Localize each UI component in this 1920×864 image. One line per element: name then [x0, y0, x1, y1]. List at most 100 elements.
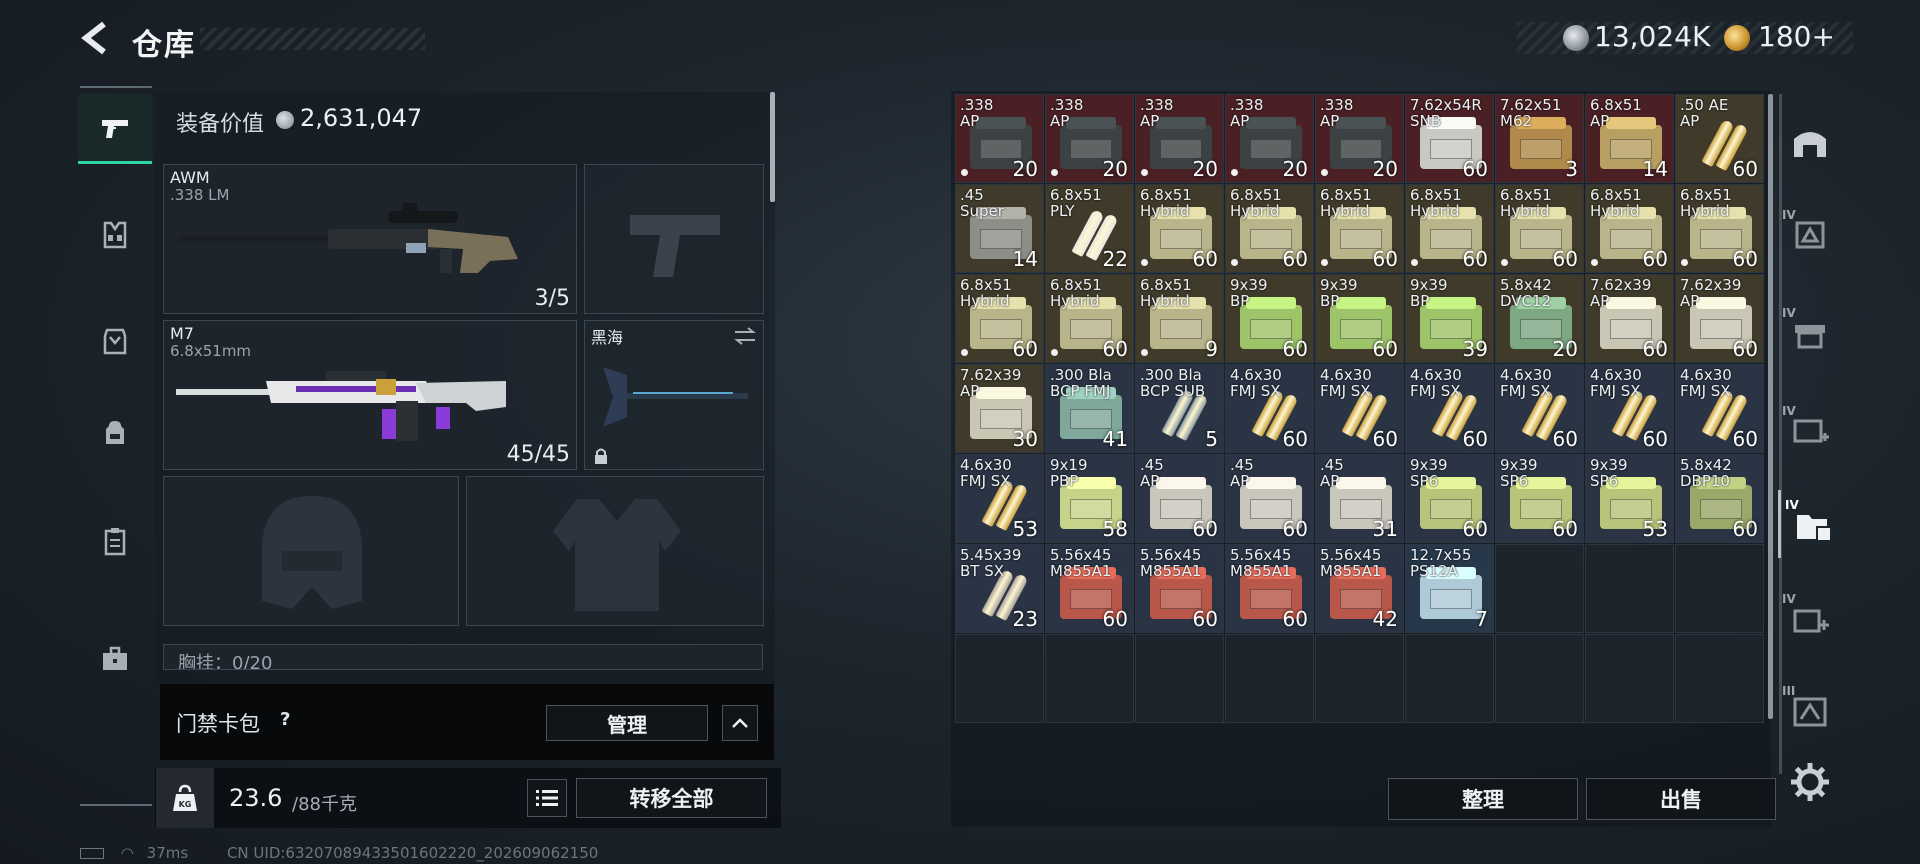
ammo-item[interactable]: 9x39 SP6 60: [1495, 454, 1584, 543]
ammo-item[interactable]: .300 Bla BCP SUB 5: [1135, 364, 1224, 453]
back-arrow-icon[interactable]: [78, 18, 114, 58]
ammo-quantity: 60: [1732, 337, 1758, 361]
ammo-item[interactable]: .50 AE AP 60: [1675, 94, 1764, 183]
loadout-scrollbar[interactable]: [770, 92, 775, 202]
ammo-item[interactable]: 4.6x30 FMJ SX 60: [1405, 364, 1494, 453]
ammo-item[interactable]: .338 AP 20: [1315, 94, 1404, 183]
storage-tab-blueprint[interactable]: IV: [1778, 200, 1842, 268]
ammo-item[interactable]: 6.8x51 Hybrid 60: [1405, 184, 1494, 273]
ammo-item[interactable]: 4.6x30 FMJ SX 60: [1675, 364, 1764, 453]
ammo-item[interactable]: 6.8x51 Hybrid 60: [1225, 184, 1314, 273]
ammo-item[interactable]: 5.56x45 M855A1 60: [1045, 544, 1134, 633]
nav-tab-tasks[interactable]: [78, 506, 152, 576]
stash-scrollbar[interactable]: [1768, 94, 1773, 719]
storage-tab-medical-crate[interactable]: IV: [1778, 396, 1842, 464]
sell-button[interactable]: 出售: [1586, 778, 1776, 820]
ammo-item[interactable]: 6.8x51 Hybrid 60: [1045, 274, 1134, 363]
ammo-item[interactable]: 5.8x42 DBP10 60: [1675, 454, 1764, 543]
ammo-item[interactable]: 5.45x39 BT SX 23: [955, 544, 1044, 633]
ammo-item[interactable]: 9x39 SP6 53: [1585, 454, 1674, 543]
marker-dot-icon: [1501, 259, 1508, 266]
ammo-item[interactable]: .45 AP 60: [1135, 454, 1224, 543]
ammo-item[interactable]: .338 AP 20: [1135, 94, 1224, 183]
helmet-slot-empty[interactable]: [163, 476, 459, 626]
ammo-item[interactable]: .338 AP 20: [955, 94, 1044, 183]
empty-stash-cell[interactable]: [1135, 634, 1224, 723]
ammo-item[interactable]: 6.8x51 Hybrid 9: [1135, 274, 1224, 363]
storage-tab-bunker[interactable]: [1778, 108, 1842, 176]
storage-tab-crate[interactable]: III: [1778, 676, 1842, 744]
secondary-weapon-slot[interactable]: M7 6.8x51mm 45/45: [163, 320, 577, 470]
ammo-item[interactable]: 4.6x30 FMJ SX 60: [1585, 364, 1674, 453]
ammo-item[interactable]: 7.62x39 AP 30: [955, 364, 1044, 453]
ammo-item[interactable]: 4.6x30 FMJ SX 60: [1315, 364, 1404, 453]
empty-stash-cell[interactable]: [1045, 634, 1134, 723]
ammo-item[interactable]: 6.8x51 Hybrid 60: [1585, 184, 1674, 273]
ammo-item[interactable]: 6.8x51 Hybrid 60: [1135, 184, 1224, 273]
armor-slot-empty[interactable]: [466, 476, 764, 626]
ammo-item[interactable]: 5.56x45 M855A1 42: [1315, 544, 1404, 633]
sort-button[interactable]: 整理: [1388, 778, 1578, 820]
nav-tab-weapons[interactable]: [78, 94, 152, 164]
storage-tab-storage-folder[interactable]: IV: [1778, 490, 1842, 558]
ammo-item[interactable]: 7.62x39 AP 60: [1675, 274, 1764, 363]
help-icon[interactable]: ?: [280, 709, 290, 730]
empty-stash-cell[interactable]: [1315, 634, 1404, 723]
nav-tab-cases[interactable]: [78, 624, 152, 694]
ammo-count: 45/45: [506, 442, 570, 467]
nav-tab-vests[interactable]: [78, 200, 152, 270]
ammo-item[interactable]: 5.8x42 DVC12 20: [1495, 274, 1584, 363]
empty-stash-cell[interactable]: [1585, 544, 1674, 633]
empty-stash-cell[interactable]: [1495, 634, 1584, 723]
melee-slot[interactable]: 黑海: [584, 320, 764, 470]
storage-tab-med-kit[interactable]: IV: [1778, 584, 1842, 652]
ammo-item[interactable]: 6.8x51 Hybrid 60: [1675, 184, 1764, 273]
ammo-item[interactable]: 4.6x30 FMJ SX 60: [1495, 364, 1584, 453]
ammo-item[interactable]: 5.56x45 M855A1 60: [1135, 544, 1224, 633]
ammo-item[interactable]: 12.7x55 PS12A 7: [1405, 544, 1494, 633]
ammo-item[interactable]: 6.8x51 PLY 22: [1045, 184, 1134, 273]
sidearm-slot-empty[interactable]: [584, 164, 764, 314]
expand-toggle-button[interactable]: [722, 705, 758, 741]
primary-weapon-slot[interactable]: AWM .338 LM 3/5: [163, 164, 577, 314]
empty-stash-cell[interactable]: [1585, 634, 1674, 723]
empty-stash-cell[interactable]: [1225, 634, 1314, 723]
ammo-item[interactable]: 4.6x30 FMJ SX 53: [955, 454, 1044, 543]
nav-tab-armor[interactable]: [78, 306, 152, 376]
ammo-item[interactable]: .300 Bla BCP FMJ 41: [1045, 364, 1134, 453]
ammo-item[interactable]: 6.8x51 Hybrid 60: [1495, 184, 1584, 273]
nav-tab-backpacks[interactable]: [78, 398, 152, 468]
ammo-item[interactable]: 9x39 BP 39: [1405, 274, 1494, 363]
ammo-item[interactable]: .45 AP 60: [1225, 454, 1314, 543]
chest-rig-slot[interactable]: 胸挂：0/20: [163, 644, 763, 670]
ammo-item[interactable]: 7.62x39 AP 60: [1585, 274, 1674, 363]
storage-tab-rifle-crate[interactable]: IV: [1778, 298, 1842, 366]
settings-gear-icon[interactable]: [1788, 760, 1832, 804]
ammo-item[interactable]: 9x39 SP6 60: [1405, 454, 1494, 543]
ammo-item[interactable]: .338 AP 20: [1045, 94, 1134, 183]
ammo-item[interactable]: 6.8x51 Hybrid 60: [955, 274, 1044, 363]
ammo-item[interactable]: 7.62x51 M62 3: [1495, 94, 1584, 183]
ammo-item[interactable]: .45 AP 31: [1315, 454, 1404, 543]
ammo-item[interactable]: 7.62x54R SNB 60: [1405, 94, 1494, 183]
keycard-manage-button[interactable]: 管理: [546, 705, 708, 741]
ammo-item[interactable]: 6.8x51 AP 14: [1585, 94, 1674, 183]
empty-stash-cell[interactable]: [1675, 544, 1764, 633]
empty-stash-cell[interactable]: [955, 634, 1044, 723]
ammo-item[interactable]: .338 AP 20: [1225, 94, 1314, 183]
ammo-item[interactable]: 5.56x45 M855A1 60: [1225, 544, 1314, 633]
ammo-item[interactable]: 9x19 PBP 58: [1045, 454, 1134, 543]
ammo-item[interactable]: .45 Super 14: [955, 184, 1044, 273]
ammo-item[interactable]: 9x39 BP 60: [1225, 274, 1314, 363]
swap-arrows-icon[interactable]: [733, 327, 757, 345]
transfer-all-button[interactable]: 转移全部: [576, 778, 767, 818]
ammo-item[interactable]: 4.6x30 FMJ SX 60: [1225, 364, 1314, 453]
empty-stash-cell[interactable]: [1675, 634, 1764, 723]
ammo-item[interactable]: 6.8x51 Hybrid 60: [1315, 184, 1404, 273]
ammo-item[interactable]: 9x39 BP 60: [1315, 274, 1404, 363]
list-view-button[interactable]: [527, 779, 567, 817]
empty-stash-cell[interactable]: [1405, 634, 1494, 723]
currency-gold-amount[interactable]: 180+: [1758, 20, 1835, 53]
empty-stash-cell[interactable]: [1495, 544, 1584, 633]
currency-silver-amount[interactable]: 13,024K: [1594, 20, 1710, 53]
